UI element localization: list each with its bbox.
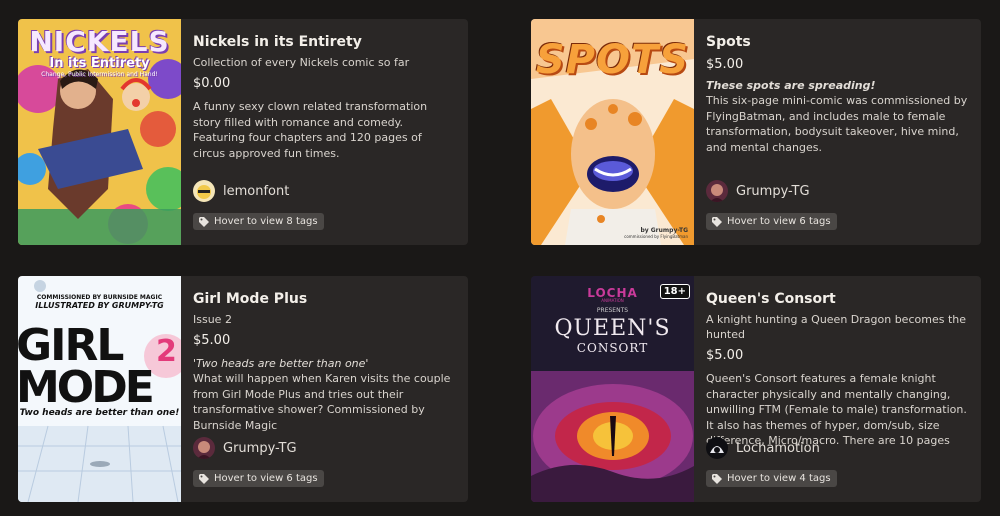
- cover-image-queens-consort[interactable]: LOCHA ANIMATION PRESENTS QUEEN'S CONSORT…: [531, 276, 694, 502]
- cover-credit-commission: commissioned by FlyingBatman: [624, 234, 688, 239]
- cover-credit-artist: by Grumpy-TG: [640, 227, 688, 234]
- product-price: $5.00: [706, 57, 744, 72]
- author-name[interactable]: Grumpy-TG: [736, 184, 810, 199]
- cover-logo-text: NICKELS: [29, 25, 170, 58]
- cover-image-nickels[interactable]: NICKELS In its Entirety Change, Public I…: [18, 19, 181, 245]
- product-price: $5.00: [706, 348, 744, 363]
- product-price: $0.00: [193, 76, 231, 91]
- cover-credits: by Grumpy-TG commissioned by FlyingBatma…: [624, 227, 688, 239]
- product-card-queens-consort[interactable]: LOCHA ANIMATION PRESENTS QUEEN'S CONSORT…: [531, 276, 981, 502]
- cover-bottom-text: Two heads are better than one!: [19, 408, 180, 418]
- product-tagline: 'Two heads are better than one': [193, 357, 369, 370]
- cover-logo-text: SPOTS: [535, 37, 690, 83]
- avatar: [706, 180, 728, 202]
- tag-icon: [199, 216, 209, 227]
- cover-title-nickels: NICKELS In its Entirety Change, Public I…: [18, 25, 181, 78]
- tags-label: Hover to view 8 tags: [214, 216, 318, 227]
- avatar: [193, 437, 215, 459]
- avatar: [193, 180, 215, 202]
- product-description: This six-page mini-comic was commissione…: [706, 94, 968, 154]
- tag-icon: [199, 473, 209, 484]
- cover-small-text: Change, Public Intermission and Hand!: [41, 71, 158, 78]
- author-link[interactable]: Grumpy-TG: [193, 437, 297, 459]
- product-card-girl-mode-plus[interactable]: COMMISSIONED BY BURNSIDE MAGIC ILLUSTRAT…: [18, 276, 468, 502]
- tags-button[interactable]: Hover to view 6 tags: [193, 470, 324, 487]
- cover-issue-number: 2: [156, 334, 177, 369]
- author-link[interactable]: Lochamotion: [706, 437, 820, 459]
- product-card-spots[interactable]: SPOTS by Grumpy-TG commissioned by Flyin…: [531, 19, 981, 245]
- author-name[interactable]: Grumpy-TG: [223, 441, 297, 456]
- author-link[interactable]: Grumpy-TG: [706, 180, 810, 202]
- tag-icon: [712, 216, 722, 227]
- product-grid: NICKELS In its Entirety Change, Public I…: [0, 0, 1000, 516]
- cover-image-girl-mode[interactable]: COMMISSIONED BY BURNSIDE MAGIC ILLUSTRAT…: [18, 276, 181, 502]
- cover-header: COMMISSIONED BY BURNSIDE MAGIC ILLUSTRAT…: [18, 294, 181, 310]
- card-info: Queen's Consort A knight hunting a Queen…: [694, 276, 981, 502]
- cover-subtitle-text: In its Entirety: [49, 56, 150, 71]
- product-subtitle: Issue 2: [193, 313, 232, 326]
- tags-button[interactable]: Hover to view 6 tags: [706, 213, 837, 230]
- tags-button[interactable]: Hover to view 8 tags: [193, 213, 324, 230]
- product-title[interactable]: Spots: [706, 33, 969, 52]
- cover-presents-text: PRESENTS: [596, 307, 629, 314]
- card-info: Girl Mode Plus Issue 2 $5.00 'Two heads …: [181, 276, 468, 502]
- author-name[interactable]: lemonfont: [223, 184, 289, 199]
- product-price: $5.00: [193, 333, 231, 348]
- product-tagline: These spots are spreading!: [706, 79, 876, 92]
- product-subtitle: Collection of every Nickels comic so far: [193, 56, 410, 69]
- cover-title-line2: CONSORT: [576, 341, 649, 355]
- product-description: A funny sexy clown related transformatio…: [193, 100, 428, 160]
- author-link[interactable]: lemonfont: [193, 180, 289, 202]
- product-description: What will happen when Karen visits the c…: [193, 372, 451, 432]
- product-title[interactable]: Nickels in its Entirety: [193, 33, 456, 52]
- tags-label: Hover to view 6 tags: [214, 473, 318, 484]
- product-subtitle: A knight hunting a Queen Dragon becomes …: [706, 313, 966, 341]
- cover-commission-text: COMMISSIONED BY BURNSIDE MAGIC: [36, 294, 163, 301]
- tag-icon: [712, 473, 722, 484]
- tags-label: Hover to view 4 tags: [727, 473, 831, 484]
- tags-label: Hover to view 6 tags: [727, 216, 831, 227]
- product-card-nickels[interactable]: NICKELS In its Entirety Change, Public I…: [18, 19, 468, 245]
- author-name[interactable]: Lochamotion: [736, 441, 820, 456]
- cover-title-line1: QUEEN'S: [554, 316, 671, 341]
- cover-illustrator-text: ILLUSTRATED BY GRUMPY-TG: [35, 301, 164, 310]
- card-info: Nickels in its Entirety Collection of ev…: [181, 19, 468, 245]
- cover-image-spots[interactable]: SPOTS by Grumpy-TG commissioned by Flyin…: [531, 19, 694, 245]
- tags-button[interactable]: Hover to view 4 tags: [706, 470, 837, 487]
- age-rating-badge: 18+: [659, 284, 690, 299]
- cover-logo-line2: MODE: [18, 362, 155, 413]
- card-info: Spots $5.00 These spots are spreading! T…: [694, 19, 981, 245]
- product-title[interactable]: Girl Mode Plus: [193, 290, 456, 309]
- product-title[interactable]: Queen's Consort: [706, 290, 969, 309]
- avatar: [706, 437, 728, 459]
